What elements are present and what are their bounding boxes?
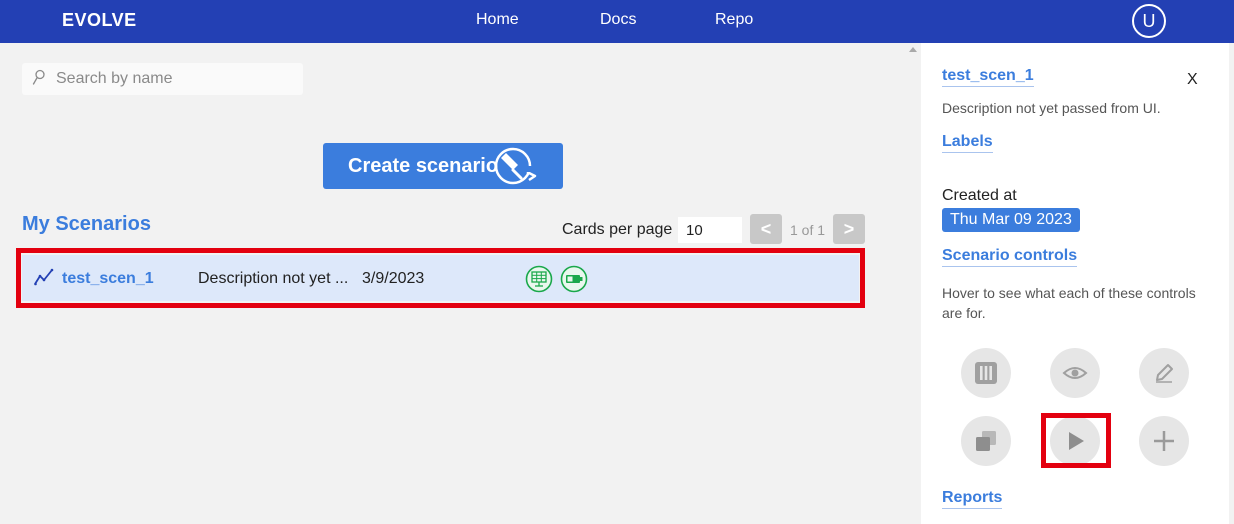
cards-per-page-input[interactable] <box>678 217 742 243</box>
user-avatar[interactable]: U <box>1132 4 1166 38</box>
search-input[interactable] <box>56 63 296 95</box>
created-at-label: Created at <box>942 187 1017 204</box>
scenario-detail-panel: test_scen_1 X Description not yet passed… <box>921 43 1229 524</box>
cards-per-page-label: Cards per page <box>562 221 673 238</box>
nav-home-link[interactable]: Home <box>476 11 519 29</box>
line-chart-icon <box>34 268 54 286</box>
scenario-card[interactable]: test_scen_1 Description not yet ... 3/9/… <box>22 255 859 301</box>
panel-scrollbar-track <box>1229 43 1234 524</box>
eye-icon <box>1062 367 1088 379</box>
play-icon <box>1069 432 1084 450</box>
copy-button[interactable] <box>961 416 1011 466</box>
panel-description: Description not yet passed from UI. <box>942 100 1161 116</box>
battery-icon <box>560 265 588 293</box>
nav-docs-link[interactable]: Docs <box>600 11 636 29</box>
scroll-up-arrow[interactable] <box>909 47 917 52</box>
scenario-controls-heading[interactable]: Scenario controls <box>942 247 1078 267</box>
search-icon <box>32 69 45 85</box>
scenario-description: Description not yet ... <box>198 270 349 287</box>
plus-icon <box>1154 431 1174 451</box>
next-page-button[interactable]: > <box>833 214 865 244</box>
close-panel-button[interactable]: X <box>1187 71 1198 89</box>
copy-icon <box>976 431 996 451</box>
run-button[interactable] <box>1050 416 1100 466</box>
panel-scenario-title[interactable]: test_scen_1 <box>942 67 1034 87</box>
scenario-name[interactable]: test_scen_1 <box>62 270 154 288</box>
nav-repo-link[interactable]: Repo <box>715 11 753 29</box>
controls-hint: Hover to see what each of these controls… <box>942 285 1196 321</box>
labels-heading[interactable]: Labels <box>942 133 993 153</box>
scenario-date: 3/9/2023 <box>362 270 425 287</box>
reports-heading[interactable]: Reports <box>942 489 1003 509</box>
scenario-wrench-icon <box>494 147 539 185</box>
brand-logo[interactable]: EVOLVE <box>62 10 137 31</box>
top-nav-bar: EVOLVE Home Docs Repo U <box>0 0 1234 43</box>
created-at-value: Thu Mar 09 2023 <box>942 208 1080 232</box>
pencil-icon <box>1156 364 1173 383</box>
add-button[interactable] <box>1139 416 1189 466</box>
my-scenarios-heading: My Scenarios <box>22 213 151 235</box>
solar-panel-icon <box>525 265 553 293</box>
columns-icon <box>975 362 997 384</box>
create-scenario-label: Create scenario <box>348 154 499 177</box>
columns-button[interactable] <box>961 348 1011 398</box>
edit-button[interactable] <box>1139 348 1189 398</box>
search-box <box>22 63 303 95</box>
view-button[interactable] <box>1050 348 1100 398</box>
page-info: 1 of 1 <box>790 222 826 238</box>
create-scenario-button[interactable]: Create scenario <box>323 143 563 189</box>
previous-page-button[interactable]: < <box>750 214 782 244</box>
